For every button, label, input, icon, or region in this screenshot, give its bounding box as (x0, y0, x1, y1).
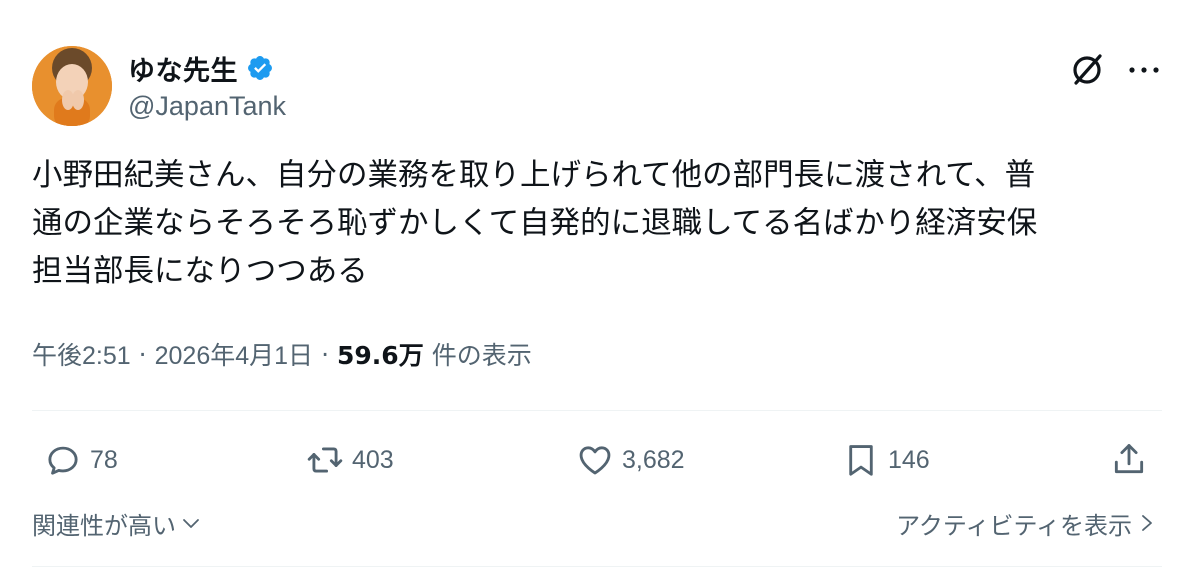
share-icon[interactable] (1110, 440, 1148, 478)
display-name[interactable]: ゆな先生 (128, 49, 238, 88)
activity-label: アクティビティを表示 (896, 511, 1132, 540)
author-name-row[interactable]: ゆな先生 (128, 49, 274, 88)
post-date[interactable]: 2026年4月1日 (155, 336, 313, 372)
author-handle[interactable]: @JapanTank (128, 91, 286, 122)
more-options-icon[interactable] (1124, 58, 1164, 82)
chevron-right-icon (1142, 515, 1152, 531)
like-count: 3,682 (622, 445, 685, 474)
reply-icon (48, 446, 78, 475)
repost-count: 403 (352, 445, 394, 474)
reply-sort-dropdown[interactable]: 関連性が高い (32, 505, 202, 541)
reply-button[interactable]: 78 (44, 438, 118, 482)
chevron-down-icon (183, 519, 199, 528)
repost-icon (307, 447, 343, 473)
bookmark-count: 146 (888, 445, 930, 474)
grok-icon[interactable] (1068, 49, 1108, 89)
verified-badge-icon (246, 54, 274, 82)
bookmark-icon (849, 445, 873, 476)
bookmark-button[interactable]: 146 (842, 438, 930, 482)
meta-separator: · (138, 339, 147, 369)
like-button[interactable]: 3,682 (576, 438, 685, 482)
divider (32, 410, 1162, 411)
post-time[interactable]: 午後2:51 (32, 336, 131, 372)
tweet-meta: 午後2:51 · 2026年4月1日 · 59.6万 件の表示 (32, 334, 532, 374)
sort-label: 関連性が高い (32, 511, 176, 540)
tweet-text: 小野田紀美さん、自分の業務を取り上げられて他の部門長に渡されて、普 通の企業なら… (32, 158, 1038, 289)
repost-button[interactable]: 403 (306, 438, 394, 482)
divider (32, 566, 1162, 567)
reply-count: 78 (90, 445, 118, 474)
heart-icon (579, 446, 611, 475)
views-label: 件の表示 (431, 341, 532, 370)
divider (32, 494, 1162, 495)
meta-separator: · (321, 339, 330, 369)
avatar[interactable] (32, 46, 112, 126)
views-count[interactable]: 59.6万 (337, 336, 424, 372)
view-activity-link[interactable]: アクティビティを表示 (896, 505, 1156, 541)
tweet-detail: ゆな先生 @JapanTank 小野田紀美さん、自分の業務を取り上げられて他の部… (0, 0, 1200, 575)
